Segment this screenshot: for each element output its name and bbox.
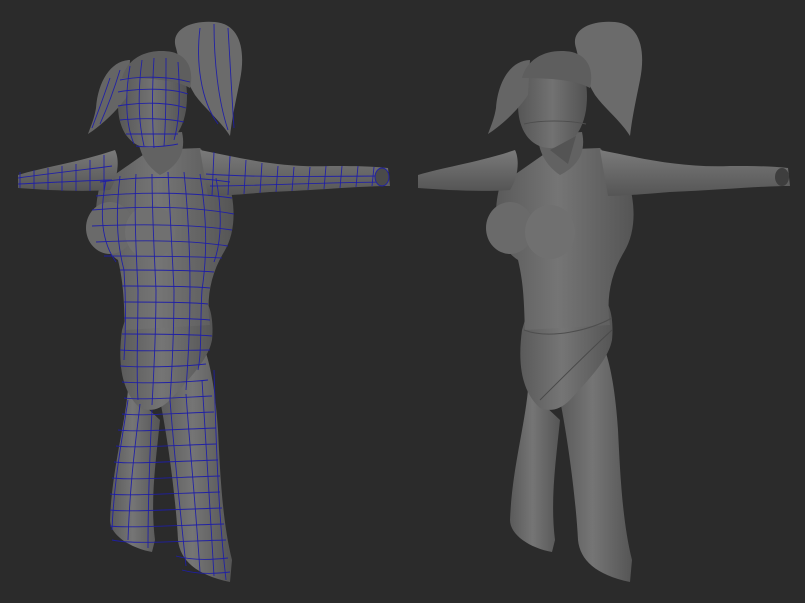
arm-cap bbox=[775, 168, 789, 186]
wireframe-model[interactable] bbox=[17, 21, 390, 583]
shaded-model[interactable] bbox=[418, 21, 790, 583]
arm-cap bbox=[374, 167, 390, 187]
3d-viewport[interactable] bbox=[0, 0, 805, 603]
viewport-canvas[interactable] bbox=[0, 0, 805, 603]
